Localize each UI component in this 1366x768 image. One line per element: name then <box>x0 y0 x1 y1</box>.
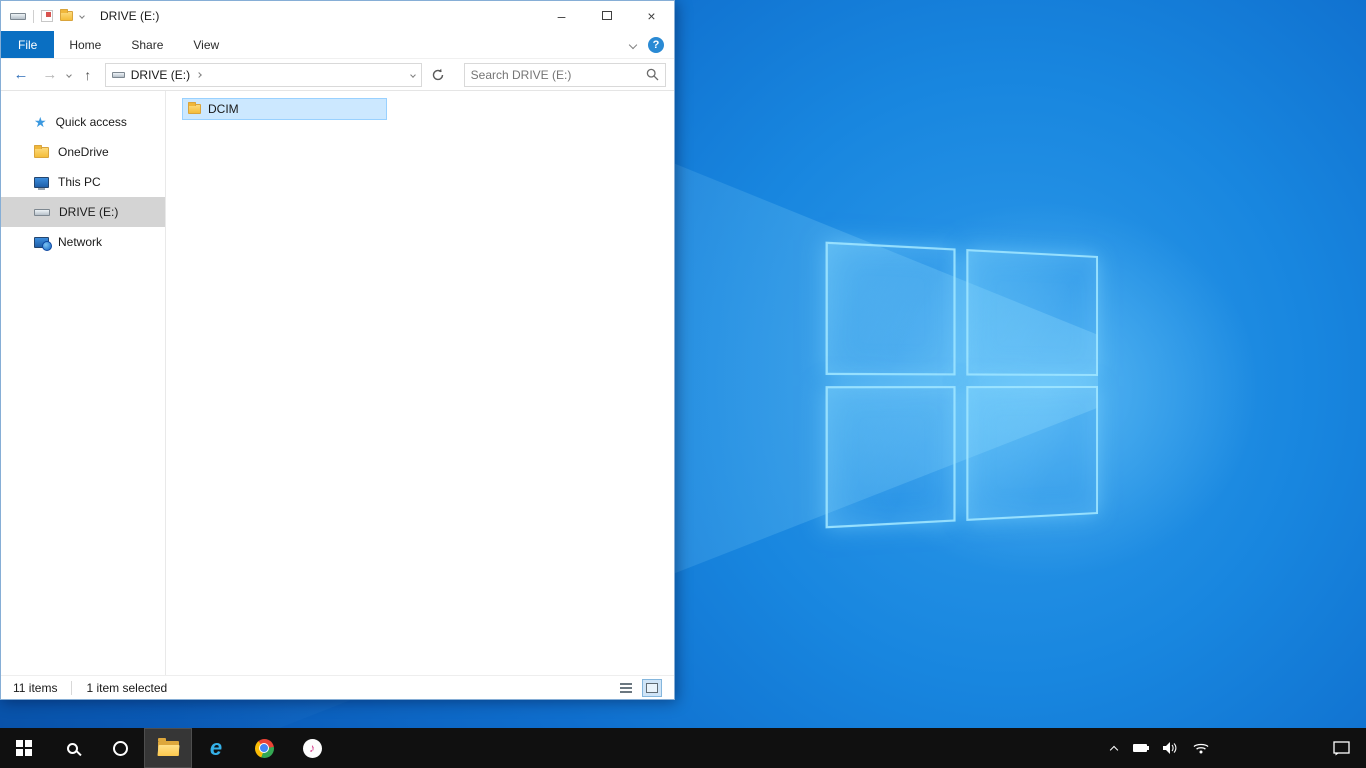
details-view-icon <box>620 682 632 693</box>
recent-locations-chevron-icon[interactable] <box>66 71 72 78</box>
action-center-icon <box>1333 740 1350 755</box>
address-drive-icon <box>111 71 125 78</box>
address-bar[interactable]: DRIVE (E:) <box>104 62 422 87</box>
view-toggles <box>616 678 662 697</box>
ribbon-collapse-chevron-icon[interactable] <box>628 40 638 49</box>
minimize-icon: – <box>557 7 566 24</box>
tab-share[interactable]: Share <box>116 31 178 58</box>
battery-icon[interactable] <box>1133 744 1149 752</box>
separator <box>33 9 34 23</box>
folder-icon <box>188 102 201 114</box>
file-item-label: DCIM <box>208 102 239 116</box>
sidebar-item-label: Network <box>58 235 103 249</box>
address-history-chevron-icon <box>409 71 416 78</box>
windows-start-icon <box>16 740 32 756</box>
itunes-button[interactable]: ♪ <box>288 728 336 768</box>
search-icon[interactable] <box>646 68 659 81</box>
computer-icon <box>34 176 49 190</box>
sidebar-item-this-pc[interactable]: This PC <box>1 167 165 197</box>
maximize-button[interactable] <box>584 1 629 30</box>
onedrive-icon <box>34 144 49 158</box>
file-explorer-icon <box>157 737 179 756</box>
sidebar-item-onedrive[interactable]: OneDrive <box>1 137 165 167</box>
items-count: 11 items <box>13 680 58 695</box>
taskbar-file-explorer-button[interactable] <box>144 728 192 768</box>
window-title: DRIVE (E:) <box>100 9 160 23</box>
windows-logo-pane <box>966 249 1098 376</box>
large-icons-view-icon <box>646 682 658 693</box>
quick-access-star-icon: ★ <box>34 114 47 130</box>
title-bar: DRIVE (E:) – × <box>1 1 674 31</box>
sidebar-item-label: OneDrive <box>58 145 109 159</box>
windows-logo-pane <box>825 241 956 376</box>
status-divider <box>71 680 73 695</box>
chrome-button[interactable] <box>240 728 288 768</box>
sidebar-item-label: This PC <box>58 175 101 189</box>
large-icons-view-button[interactable] <box>642 678 662 697</box>
quick-access-toolbar <box>1 9 85 23</box>
system-tray <box>1109 742 1333 754</box>
sidebar-item-quick-access[interactable]: ★ Quick access <box>1 107 165 137</box>
breadcrumb[interactable]: DRIVE (E:) <box>131 68 202 82</box>
minimize-button[interactable]: – <box>539 1 584 30</box>
qat-new-folder-icon[interactable] <box>60 9 73 21</box>
refresh-icon <box>432 68 443 80</box>
window-controls: – × <box>539 1 674 30</box>
qat-customize-chevron-icon[interactable] <box>79 13 85 19</box>
sidebar-item-network[interactable]: Network <box>1 227 165 257</box>
navigation-toolbar: ← → ↑ DRIVE (E:) <box>1 58 674 91</box>
status-bar: 11 items 1 item selected <box>1 675 674 699</box>
file-explorer-window: DRIVE (E:) – × File Home Share View ? ← … <box>0 0 675 700</box>
start-button[interactable] <box>0 728 48 768</box>
search-input[interactable] <box>470 67 646 82</box>
close-icon: × <box>647 7 656 24</box>
cortana-icon <box>112 740 128 756</box>
tab-home[interactable]: Home <box>54 31 116 58</box>
navigation-pane: ★ Quick access OneDrive This PC DRIVE (E… <box>1 91 166 675</box>
close-button[interactable]: × <box>629 1 674 30</box>
window-app-drive-icon <box>10 12 26 20</box>
taskbar: e ♪ <box>0 728 1366 768</box>
ribbon-tab-bar: File Home Share View ? <box>1 31 674 58</box>
search-box <box>463 62 666 87</box>
taskbar-search-button[interactable] <box>48 728 96 768</box>
windows-logo <box>825 241 1098 529</box>
internet-explorer-icon: e <box>209 735 223 760</box>
address-dropdown[interactable] <box>409 71 416 78</box>
help-button[interactable]: ? <box>648 36 664 53</box>
sidebar-item-label: Quick access <box>55 115 127 129</box>
speaker-icon[interactable] <box>1163 742 1177 754</box>
chrome-icon <box>254 738 274 758</box>
file-item-dcim[interactable]: DCIM <box>182 98 387 120</box>
file-list-pane[interactable]: DCIM <box>166 91 674 675</box>
cortana-button[interactable] <box>96 728 144 768</box>
network-icon <box>34 236 52 251</box>
breadcrumb-chevron-icon[interactable] <box>196 71 202 78</box>
sidebar-item-label: DRIVE (E:) <box>59 205 119 219</box>
windows-logo-pane <box>825 386 956 529</box>
up-button[interactable]: ↑ <box>76 63 100 87</box>
details-view-button[interactable] <box>616 679 636 697</box>
search-icon <box>66 742 78 754</box>
tab-file[interactable]: File <box>1 31 55 58</box>
forward-button[interactable]: → <box>38 63 62 87</box>
windows-logo-pane <box>966 386 1098 521</box>
hidden-icons-chevron-icon[interactable] <box>1109 745 1119 754</box>
window-body: ★ Quick access OneDrive This PC DRIVE (E… <box>1 91 674 675</box>
action-center-button[interactable] <box>1333 740 1366 756</box>
breadcrumb-segment[interactable]: DRIVE (E:) <box>131 68 190 82</box>
qat-properties-icon[interactable] <box>41 10 53 22</box>
sidebar-item-drive-e[interactable]: DRIVE (E:) <box>1 197 165 227</box>
refresh-button[interactable] <box>427 63 449 87</box>
internet-explorer-button[interactable]: e <box>192 728 240 768</box>
ribbon-right-controls: ? <box>628 31 674 58</box>
wifi-icon[interactable] <box>1193 742 1209 754</box>
maximize-icon <box>601 11 612 20</box>
tab-view[interactable]: View <box>178 31 234 58</box>
drive-icon <box>34 208 50 216</box>
back-button[interactable]: ← <box>9 63 33 87</box>
itunes-icon: ♪ <box>302 738 322 758</box>
selection-count: 1 item selected <box>86 680 168 695</box>
